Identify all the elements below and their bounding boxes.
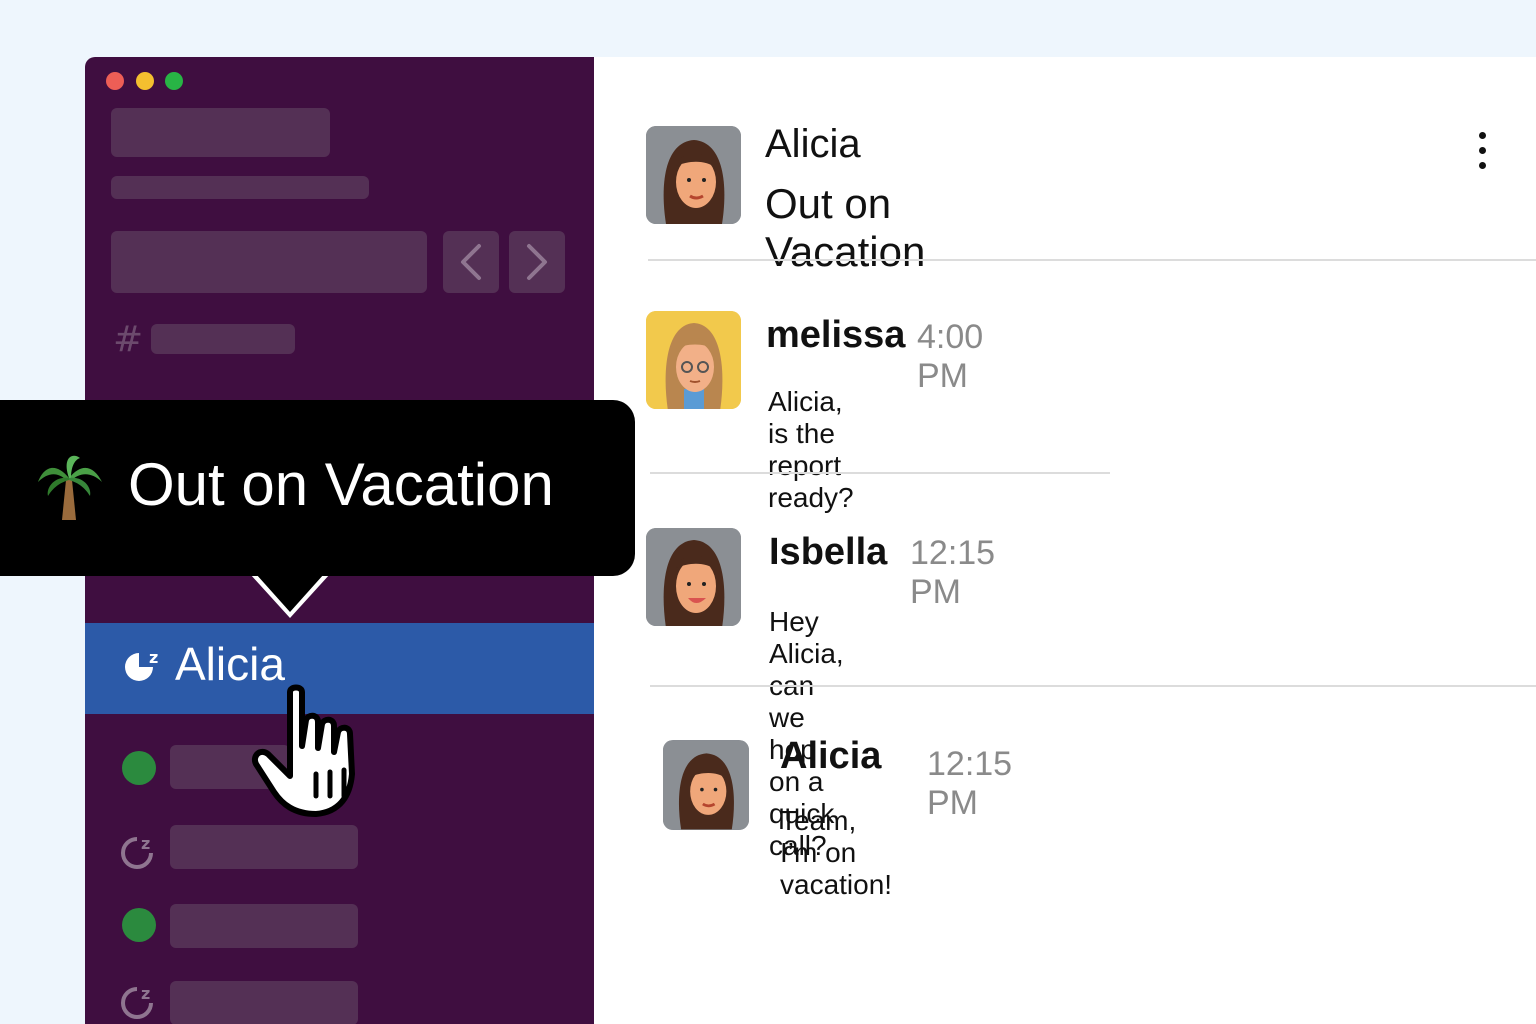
message-timestamp: 12:15 PM xyxy=(927,745,1013,822)
message-divider xyxy=(650,472,1110,474)
more-options-icon[interactable] xyxy=(1476,132,1488,172)
avatar[interactable] xyxy=(646,126,741,224)
alicia-avatar-icon xyxy=(646,126,741,224)
message-text: Team, I’m on vacation! xyxy=(780,805,893,900)
hand-pointer-cursor-icon xyxy=(252,684,355,817)
avatar[interactable] xyxy=(663,740,749,830)
conversation-user-name: Alicia xyxy=(765,122,861,166)
message-timestamp: 4:00 PM xyxy=(917,318,984,395)
sidebar-item-label: Alicia xyxy=(175,638,285,690)
avatar[interactable] xyxy=(646,311,741,409)
svg-text:z: z xyxy=(149,648,158,667)
avatar[interactable] xyxy=(646,528,741,626)
message-divider xyxy=(650,685,1536,687)
away-snooze-icon: z xyxy=(125,648,158,681)
away-status-icon: z xyxy=(121,834,153,869)
header-divider xyxy=(648,259,1536,261)
window-close-dot[interactable] xyxy=(106,72,124,90)
message-author[interactable]: melissa xyxy=(766,314,905,357)
svg-text:z: z xyxy=(141,984,150,1003)
alicia-avatar-icon xyxy=(663,740,749,830)
tooltip-text: Out on Vacation xyxy=(128,451,554,518)
online-status-icon xyxy=(122,751,156,785)
window-maximize-dot[interactable] xyxy=(165,72,183,90)
message-author[interactable]: Isbella xyxy=(769,531,887,574)
workspace-subtitle-placeholder xyxy=(111,176,369,199)
online-status-icon xyxy=(122,908,156,942)
chevron-right-icon xyxy=(527,244,547,280)
message-author[interactable]: Alicia xyxy=(780,735,881,778)
forward-button[interactable] xyxy=(509,231,565,293)
window-minimize-dot[interactable] xyxy=(136,72,154,90)
status-tooltip: Out on Vacation xyxy=(0,400,635,576)
workspace-name-placeholder[interactable] xyxy=(111,108,330,157)
user-name-placeholder[interactable] xyxy=(170,904,358,948)
message-timestamp: 12:15 PM xyxy=(910,534,996,611)
channel-hash-icon: # xyxy=(113,319,144,360)
search-bar-placeholder[interactable] xyxy=(111,231,427,293)
chevron-left-icon xyxy=(461,244,481,280)
tooltip-arrow xyxy=(256,574,324,612)
back-button[interactable] xyxy=(443,231,499,293)
svg-text:z: z xyxy=(141,834,150,853)
away-status-icon: z xyxy=(121,984,153,1019)
isbella-avatar-icon xyxy=(646,528,741,626)
message-text: Alicia, is the report ready? xyxy=(768,386,854,513)
user-name-placeholder[interactable] xyxy=(170,825,358,869)
channel-name-placeholder[interactable] xyxy=(151,324,295,354)
melissa-avatar-icon xyxy=(646,311,741,409)
palm-tree-icon xyxy=(38,455,102,520)
user-name-placeholder[interactable] xyxy=(170,981,358,1024)
conversation-user-status: Out on Vacation xyxy=(765,180,926,275)
